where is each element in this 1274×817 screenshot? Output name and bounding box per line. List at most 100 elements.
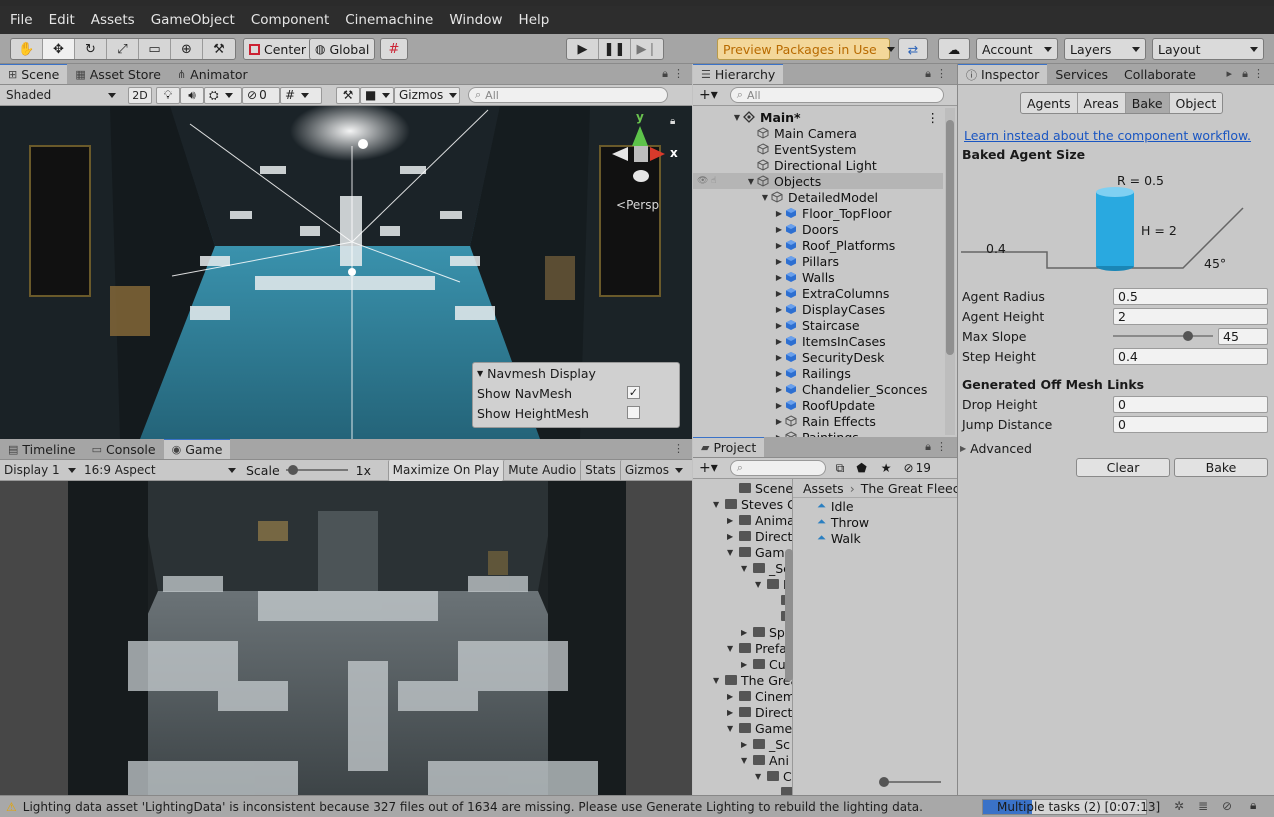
advanced-foldout[interactable]: ▶ Advanced bbox=[960, 441, 1032, 456]
transform-tool-icon[interactable]: ⊕ bbox=[171, 39, 203, 59]
tab-game[interactable]: ◉ Game bbox=[163, 439, 231, 459]
hierarchy-item[interactable]: Directional Light bbox=[693, 157, 943, 173]
more-options-icon[interactable]: ⋮ bbox=[673, 67, 684, 80]
subtab-agents[interactable]: Agents bbox=[1021, 93, 1078, 113]
folder-expand-right-icon[interactable]: ▶ bbox=[727, 692, 739, 701]
progress-bar[interactable]: Multiple tasks (2) [0:07:13] bbox=[982, 799, 1160, 815]
hierarchy-item[interactable]: ▼ DetailedModel bbox=[693, 189, 943, 205]
gizmo-lock-icon[interactable]: 🔒︎ bbox=[670, 116, 675, 127]
menu-assets[interactable]: Assets bbox=[83, 6, 143, 34]
folder-expand-right-icon[interactable]: ▶ bbox=[741, 660, 753, 669]
agent-radius-field[interactable]: 0.5 bbox=[1113, 288, 1268, 305]
show-navmesh-checkbox[interactable]: ✓ bbox=[627, 386, 640, 399]
expand-arrow-down-icon[interactable]: ▼ bbox=[759, 193, 771, 202]
hierarchy-item[interactable]: ▶ Paintings bbox=[693, 429, 943, 437]
stats-toggle[interactable]: Stats bbox=[580, 459, 620, 481]
project-folder-item[interactable]: ▶ Direct bbox=[727, 704, 792, 720]
hierarchy-item[interactable]: ▶ Rain Effects bbox=[693, 413, 943, 429]
visibility-eye-icon[interactable]: 👁︎ bbox=[697, 176, 708, 186]
menu-component[interactable]: Component bbox=[243, 6, 337, 34]
hierarchy-item[interactable]: ▶ RoofUpdate bbox=[693, 397, 943, 413]
clear-button[interactable]: Clear bbox=[1076, 458, 1170, 477]
expand-arrow-right-icon[interactable]: ▶ bbox=[773, 337, 785, 346]
folder-expand-right-icon[interactable]: ▶ bbox=[727, 516, 739, 525]
preview-packages-dropdown[interactable]: Preview Packages in Use bbox=[717, 38, 890, 60]
menu-help[interactable]: Help bbox=[511, 6, 558, 34]
max-slope-slider[interactable] bbox=[1113, 328, 1213, 345]
project-file-item[interactable]: ⏶ Throw bbox=[817, 514, 869, 530]
grid-dropdown-icon[interactable]: # bbox=[280, 86, 322, 104]
inspector-more-icon[interactable]: ⋮ bbox=[1253, 67, 1264, 80]
subtab-bake[interactable]: Bake bbox=[1125, 93, 1170, 113]
hierarchy-item[interactable]: ▶ DisplayCases bbox=[693, 301, 943, 317]
cloud-button[interactable]: ☁ bbox=[938, 38, 970, 60]
layout-dropdown[interactable]: Layout bbox=[1152, 38, 1264, 60]
icon-size-slider[interactable] bbox=[879, 777, 941, 787]
drop-height-field[interactable]: 0 bbox=[1113, 396, 1268, 413]
expand-arrow-right-icon[interactable]: ▶ bbox=[773, 385, 785, 394]
max-slope-field[interactable]: 45 bbox=[1218, 328, 1268, 345]
hierarchy-item[interactable]: ▼ Objects 👁︎ ☝︎ bbox=[693, 173, 943, 189]
hierarchy-item[interactable]: ▶ Doors bbox=[693, 221, 943, 237]
project-folder-item[interactable]: ▼ Ani bbox=[741, 752, 789, 768]
component-workflow-link[interactable]: Learn instead about the component workfl… bbox=[964, 128, 1251, 143]
project-folder-item[interactable] bbox=[769, 784, 792, 795]
custom-tool-icon[interactable]: ⚒ bbox=[203, 39, 235, 59]
mute-audio-toggle[interactable]: Mute Audio bbox=[503, 459, 580, 481]
tab-overflow-icon[interactable]: ▸ bbox=[1226, 67, 1232, 80]
status-lock-icon[interactable]: 🔒︎ bbox=[1250, 798, 1256, 813]
hierarchy-scrollbar[interactable] bbox=[945, 108, 955, 435]
scene-menu-icon[interactable]: ⋮ bbox=[927, 110, 940, 125]
folder-expand-down-icon[interactable]: ▼ bbox=[755, 580, 767, 589]
hierarchy-item[interactable]: ▶ Pillars bbox=[693, 253, 943, 269]
menu-file[interactable]: File bbox=[2, 6, 41, 34]
search-by-type-icon[interactable]: ⧉ bbox=[836, 461, 845, 476]
camera-dropdown-icon[interactable]: ■ bbox=[360, 86, 394, 104]
hierarchy-scene-row[interactable]: ▼ Main* ⋮ bbox=[693, 109, 943, 125]
folder-expand-down-icon[interactable]: ▼ bbox=[727, 724, 739, 733]
expand-arrow-right-icon[interactable]: ▶ bbox=[773, 273, 785, 282]
hidden-packages-toggle[interactable]: ⊘ 19 bbox=[904, 461, 931, 475]
expand-arrow-right-icon[interactable]: ▶ bbox=[773, 257, 785, 266]
tab-inspector[interactable]: ⓘ Inspector bbox=[958, 64, 1048, 84]
effects-dropdown-icon[interactable]: ⛭ bbox=[204, 86, 242, 104]
project-folder-item[interactable]: Scenes bbox=[727, 480, 792, 496]
folder-expand-right-icon[interactable]: ▶ bbox=[727, 532, 739, 541]
scene-viewport[interactable]: y x 🔒︎ <Persp ▼ Navmesh Display Show Nav… bbox=[0, 106, 692, 439]
hierarchy-item[interactable]: ▶ ExtraColumns bbox=[693, 285, 943, 301]
folder-expand-down-icon[interactable]: ▼ bbox=[741, 564, 753, 573]
expand-arrow-right-icon[interactable]: ▶ bbox=[773, 305, 785, 314]
breadcrumb-the-great-fleece[interactable]: The Great Fleece bbox=[861, 481, 957, 496]
expand-arrow-right-icon[interactable]: ▶ bbox=[773, 225, 785, 234]
project-folder-item[interactable]: ▼ Game bbox=[727, 720, 792, 736]
expand-arrow-right-icon[interactable]: ▶ bbox=[773, 241, 785, 250]
inspector-lock-icon[interactable]: 🔒︎ bbox=[1242, 67, 1248, 81]
tab-hierarchy[interactable]: ☰ Hierarchy bbox=[693, 64, 784, 84]
hierarchy-item[interactable]: ▶ Chandelier_Sconces bbox=[693, 381, 943, 397]
tools-icon[interactable]: ⚒ bbox=[336, 86, 360, 104]
project-folder-item[interactable]: ▶ _Sc bbox=[741, 736, 790, 752]
project-file-item[interactable]: ⏶ Idle bbox=[817, 498, 854, 514]
lighting-toggle-icon[interactable]: 💡︎ bbox=[156, 86, 180, 104]
menu-edit[interactable]: Edit bbox=[41, 6, 83, 34]
persp-label[interactable]: <Persp bbox=[616, 198, 659, 212]
hierarchy-lock-icon[interactable]: 🔒︎ bbox=[925, 67, 931, 81]
hierarchy-scroll-thumb[interactable] bbox=[946, 120, 954, 355]
display-dropdown[interactable]: Display 1 bbox=[0, 462, 80, 479]
project-tree-scroll-thumb[interactable] bbox=[785, 549, 793, 681]
project-folder-item[interactable]: ▶ Cut bbox=[741, 656, 791, 672]
breadcrumb-assets[interactable]: Assets bbox=[803, 481, 844, 496]
move-tool-icon[interactable]: ✥ bbox=[43, 39, 75, 59]
expand-arrow-right-icon[interactable]: ▶ bbox=[773, 353, 785, 362]
hierarchy-item[interactable]: EventSystem bbox=[693, 141, 943, 157]
maximize-on-play-toggle[interactable]: Maximize On Play bbox=[387, 459, 504, 481]
tab-services[interactable]: Services bbox=[1047, 64, 1116, 84]
project-folder-item[interactable]: ▼ The Grea bbox=[713, 672, 792, 688]
icon-size-thumb[interactable] bbox=[879, 777, 889, 787]
expand-arrow-right-icon[interactable]: ▶ bbox=[773, 369, 785, 378]
debug-icon[interactable]: ✲ bbox=[1174, 799, 1184, 813]
project-lock-icon[interactable]: 🔒︎ bbox=[925, 440, 931, 454]
scale-tool-icon[interactable]: ⤢ bbox=[107, 39, 139, 59]
project-folder-item[interactable]: ▶ Cinem bbox=[727, 688, 792, 704]
game-viewport[interactable] bbox=[68, 481, 626, 795]
